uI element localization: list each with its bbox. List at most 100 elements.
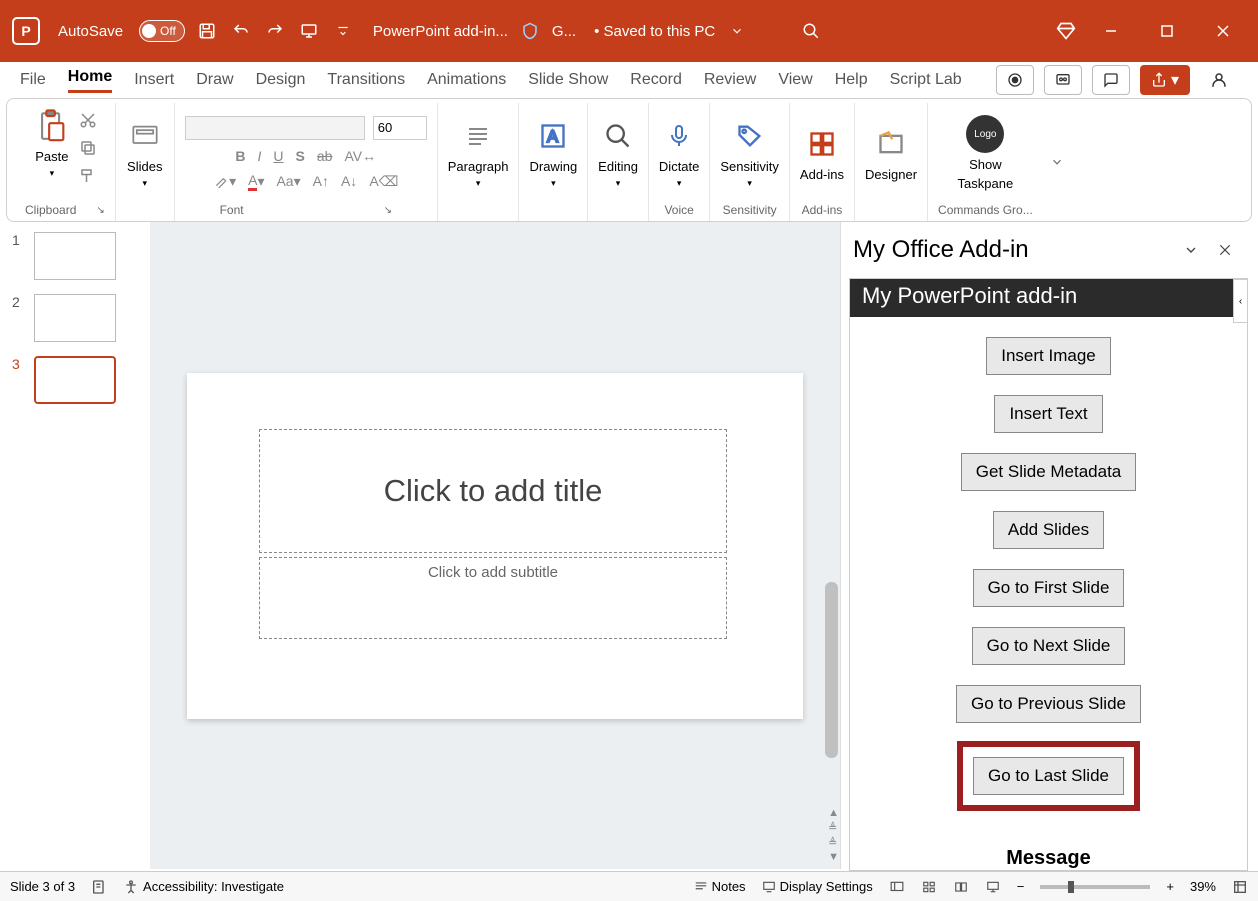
get-slide-metadata-button[interactable]: Get Slide Metadata: [961, 453, 1137, 491]
drawing-button[interactable]: A Drawing▾: [529, 117, 577, 189]
character-spacing-button[interactable]: AV↔: [344, 148, 376, 164]
strikethrough-button[interactable]: ab: [317, 148, 333, 164]
tab-insert[interactable]: Insert: [134, 71, 174, 89]
close-button[interactable]: [1200, 15, 1246, 47]
slide-indicator[interactable]: Slide 3 of 3: [10, 879, 75, 894]
bold-button[interactable]: B: [235, 148, 245, 164]
copy-button[interactable]: [79, 139, 97, 157]
thumb-row[interactable]: 3: [12, 356, 138, 404]
tab-transitions[interactable]: Transitions: [327, 71, 405, 89]
slide-thumbnail[interactable]: [34, 232, 116, 280]
zoom-thumb[interactable]: [1068, 881, 1074, 893]
pane-menu-button[interactable]: [1180, 239, 1202, 261]
increase-font-button[interactable]: A↑: [313, 172, 329, 191]
chevron-down-icon[interactable]: [725, 19, 749, 43]
scroll-up-icon[interactable]: ▲: [828, 807, 839, 819]
autosave-toggle[interactable]: Off: [139, 20, 185, 42]
diamond-premium-icon[interactable]: [1054, 19, 1078, 43]
saved-state[interactable]: • Saved to this PC: [594, 23, 715, 40]
spellcheck-button[interactable]: [91, 879, 107, 895]
show-taskpane-button[interactable]: Logo Show Taskpane: [958, 115, 1014, 191]
tab-record[interactable]: Record: [630, 71, 682, 89]
accessibility-button[interactable]: Accessibility: Investigate: [123, 879, 284, 895]
minimize-button[interactable]: [1088, 15, 1134, 47]
addins-button[interactable]: Add-ins: [800, 125, 844, 182]
dictate-button[interactable]: Dictate▾: [659, 117, 699, 189]
zoom-out-button[interactable]: −: [1017, 879, 1025, 894]
italic-button[interactable]: I: [258, 148, 262, 164]
pane-close-button[interactable]: [1214, 239, 1236, 261]
format-painter-button[interactable]: [79, 167, 97, 185]
add-slides-button[interactable]: Add Slides: [993, 511, 1104, 549]
slides-button[interactable]: Slides ▾: [126, 117, 164, 189]
tab-animations[interactable]: Animations: [427, 71, 506, 89]
title-placeholder[interactable]: Click to add title: [259, 429, 727, 553]
editing-button[interactable]: Editing▾: [598, 117, 638, 189]
scroll-down-icon[interactable]: ▼: [828, 851, 839, 863]
paragraph-button[interactable]: Paragraph▾: [448, 117, 509, 189]
go-to-first-slide-button[interactable]: Go to First Slide: [973, 569, 1125, 607]
thumb-row[interactable]: 2: [12, 294, 138, 342]
present-button[interactable]: [297, 19, 321, 43]
font-dialog-icon[interactable]: ↘: [384, 205, 392, 216]
comments-button[interactable]: [1092, 65, 1130, 95]
record-camera-button[interactable]: [996, 65, 1034, 95]
teams-share-button[interactable]: [1044, 65, 1082, 95]
paste-button[interactable]: Paste ▾: [33, 107, 71, 179]
undo-button[interactable]: [229, 19, 253, 43]
vertical-scrollbar[interactable]: [825, 582, 838, 758]
zoom-slider[interactable]: [1040, 885, 1150, 889]
shadow-button[interactable]: S: [296, 148, 305, 164]
qat-customize-button[interactable]: [331, 19, 355, 43]
go-to-previous-slide-button[interactable]: Go to Previous Slide: [956, 685, 1141, 723]
designer-button[interactable]: Designer: [865, 125, 917, 182]
search-button[interactable]: [799, 19, 823, 43]
slide-thumbnail[interactable]: [34, 294, 116, 342]
slide-sorter-button[interactable]: [921, 880, 937, 894]
decrease-font-button[interactable]: A↓: [341, 172, 357, 191]
tab-review[interactable]: Review: [704, 71, 756, 89]
thumb-row[interactable]: 1: [12, 232, 138, 280]
subtitle-placeholder[interactable]: Click to add subtitle: [259, 557, 727, 639]
ribbon-collapse-button[interactable]: [1043, 103, 1071, 221]
redo-button[interactable]: [263, 19, 287, 43]
reading-view-button[interactable]: [953, 880, 969, 894]
coauthor-button[interactable]: [1200, 65, 1238, 95]
slideshow-view-button[interactable]: [985, 880, 1001, 894]
pane-collapse-tab[interactable]: ‹: [1233, 279, 1248, 323]
tab-slideshow[interactable]: Slide Show: [528, 71, 608, 89]
tab-scriptlab[interactable]: Script Lab: [890, 71, 962, 89]
zoom-in-button[interactable]: +: [1166, 879, 1174, 894]
tab-home[interactable]: Home: [68, 68, 112, 93]
font-color-button[interactable]: A▾: [248, 172, 264, 191]
maximize-button[interactable]: [1144, 15, 1190, 47]
change-case-button[interactable]: Aa▾: [276, 172, 300, 191]
clear-format-button[interactable]: A⌫: [369, 172, 398, 191]
go-to-next-slide-button[interactable]: Go to Next Slide: [972, 627, 1126, 665]
underline-button[interactable]: U: [273, 148, 283, 164]
next-slide-icon[interactable]: ≜: [828, 836, 839, 849]
notes-button[interactable]: Notes: [694, 879, 746, 894]
tab-help[interactable]: Help: [835, 71, 868, 89]
clipboard-dialog-icon[interactable]: ↘: [96, 205, 104, 216]
share-button[interactable]: ▾: [1140, 65, 1190, 95]
current-slide[interactable]: Click to add title Click to add subtitle: [187, 373, 803, 719]
go-to-last-slide-button[interactable]: Go to Last Slide: [973, 757, 1124, 795]
insert-image-button[interactable]: Insert Image: [986, 337, 1111, 375]
tab-draw[interactable]: Draw: [196, 71, 233, 89]
font-name-input[interactable]: [185, 116, 365, 140]
tab-design[interactable]: Design: [256, 71, 306, 89]
tab-file[interactable]: File: [20, 71, 46, 89]
sensitivity-button[interactable]: Sensitivity▾: [720, 117, 779, 189]
normal-view-button[interactable]: [889, 880, 905, 894]
save-button[interactable]: [195, 19, 219, 43]
cut-button[interactable]: [79, 111, 97, 129]
display-settings-button[interactable]: Display Settings: [762, 879, 873, 894]
prev-slide-icon[interactable]: ≜: [828, 821, 839, 834]
tab-view[interactable]: View: [778, 71, 812, 89]
zoom-level[interactable]: 39%: [1190, 879, 1216, 894]
font-size-input[interactable]: [373, 116, 427, 140]
fit-to-window-button[interactable]: [1232, 879, 1248, 895]
highlight-button[interactable]: ▾: [213, 172, 236, 191]
slide-thumbnail[interactable]: [34, 356, 116, 404]
